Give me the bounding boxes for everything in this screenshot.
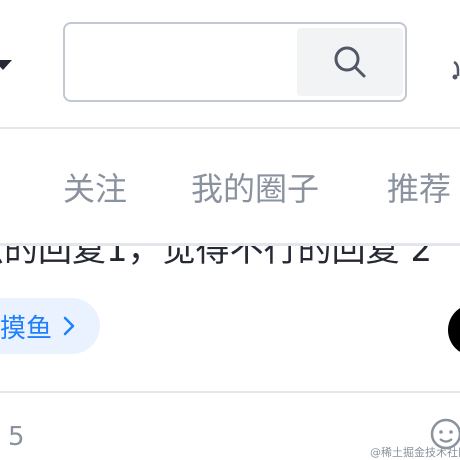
circle-tag-label: 摸鱼	[0, 313, 53, 344]
search-bar	[63, 22, 407, 102]
search-button[interactable]	[297, 28, 403, 96]
feed-tabs: | 关注 我的圈子 推荐	[0, 129, 460, 241]
circle-tag[interactable]: 摸鱼	[0, 298, 101, 354]
post-title[interactable]: 点的回复1，觉得不行的回复 2	[0, 246, 432, 270]
search-icon	[334, 46, 366, 78]
tab-following[interactable]: 关注	[63, 169, 127, 209]
chevron-down-icon[interactable]	[0, 60, 12, 70]
bell-icon[interactable]	[452, 58, 460, 80]
card-divider	[0, 391, 460, 393]
tab-my-circles[interactable]: 我的圈子	[191, 169, 319, 209]
like-count[interactable]: 5	[8, 422, 25, 452]
watermark: @稀土掘金技术社区	[370, 446, 460, 459]
tab-partial-edge[interactable]: |	[0, 169, 3, 209]
avatar[interactable]	[448, 304, 460, 356]
tab-recommended[interactable]: 推荐	[387, 169, 451, 209]
search-input[interactable]	[65, 24, 297, 100]
top-header	[0, 0, 460, 128]
chevron-right-icon	[63, 316, 75, 336]
feed-card[interactable]: 点的回复1，觉得不行的回复 2 摸鱼 5 @稀土掘金技术社区	[0, 246, 460, 460]
